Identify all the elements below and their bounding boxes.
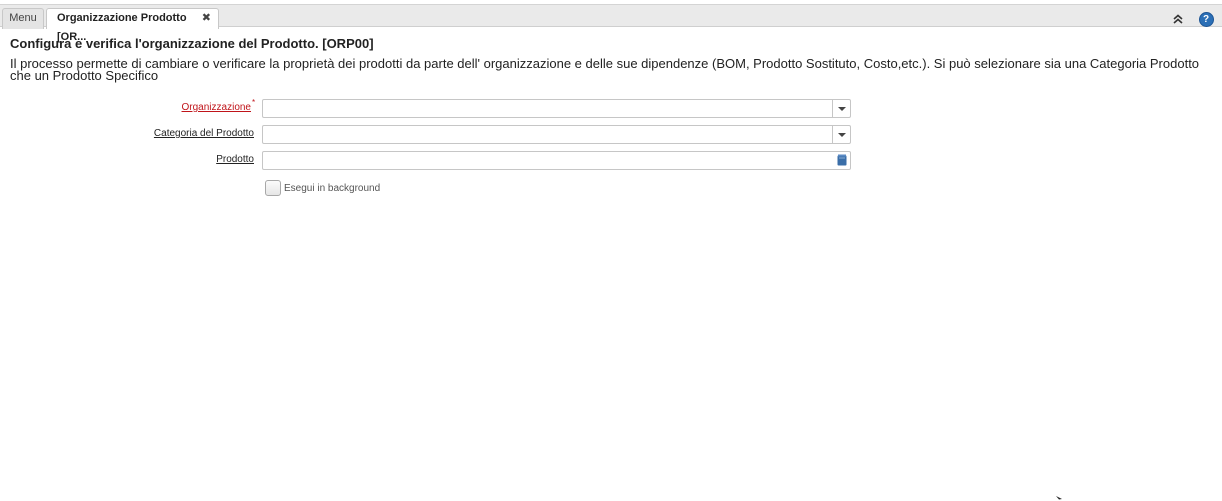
product-category-select[interactable]	[262, 125, 851, 144]
product-search-icon[interactable]	[837, 154, 847, 166]
help-icon[interactable]: ?	[1198, 11, 1214, 27]
product-field[interactable]	[262, 151, 851, 170]
product-category-label: Categoria del Prodotto	[153, 128, 254, 139]
organization-label: Organizzazione	[181, 102, 251, 113]
tab-organizzazione-prodotto[interactable]: Organizzazione Prodotto [OR... ✖	[46, 8, 219, 43]
double-chevron-up-icon[interactable]	[1170, 11, 1186, 27]
tab-bar: Menu Organizzazione Prodotto [OR... ✖ ?	[0, 4, 1222, 43]
close-tab-icon[interactable]: ✖	[202, 9, 211, 28]
tab-menu-label: Menu	[9, 12, 37, 24]
process-description: Il processo permette di cambiare o verif…	[10, 56, 1200, 83]
background-checkbox-label: Esegui in background	[284, 183, 381, 194]
product-category-dropdown-button[interactable]	[832, 126, 850, 143]
organization-dropdown-button[interactable]	[832, 100, 850, 117]
organization-select[interactable]	[262, 99, 851, 118]
background-checkbox[interactable]	[265, 180, 281, 196]
mouse-cursor-icon	[1056, 496, 1062, 500]
help-symbol: ?	[1198, 11, 1214, 27]
product-label: Prodotto	[216, 154, 254, 165]
chevron-down-icon	[837, 106, 846, 111]
tab-menu[interactable]: Menu	[2, 8, 44, 29]
chevron-down-icon	[837, 132, 846, 137]
required-asterisk: *	[252, 98, 256, 107]
process-title: Configura e verifica l'organizzazione de…	[10, 36, 374, 51]
